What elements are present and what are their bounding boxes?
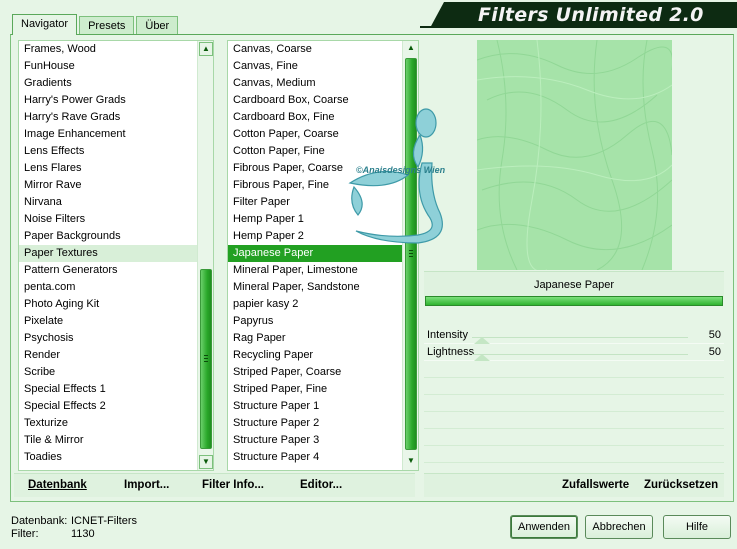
category-items: Frames, Wood FunHouse Gradients Harry's Pow…: [19, 41, 197, 466]
category-list-item[interactable]: Harry's Power Grads: [19, 92, 197, 109]
category-scrollbar[interactable]: ▲ ▼: [197, 41, 213, 470]
category-list-item[interactable]: Psychosis: [19, 330, 197, 347]
category-list-item[interactable]: Nirvana: [19, 194, 197, 211]
category-scroll-up-button[interactable]: ▲: [199, 42, 213, 56]
slider-empty: [424, 412, 724, 429]
filter-list-item[interactable]: Canvas, Medium: [228, 75, 402, 92]
datenbank-link[interactable]: Datenbank: [28, 479, 87, 491]
database-value: ICNET-Filters: [71, 515, 137, 527]
filter-list-item[interactable]: Mineral Paper, Limestone: [228, 262, 402, 279]
slider-track[interactable]: [472, 337, 688, 338]
filters-unlimited-dialog: Filters Unlimited 2.0 Navigator Presets …: [0, 0, 737, 549]
filter-list-item[interactable]: Canvas, Fine: [228, 58, 402, 75]
tab-bar: Navigator Presets Über: [12, 14, 180, 35]
slider-empty: [424, 446, 724, 463]
category-list-item[interactable]: Frames, Wood: [19, 41, 197, 58]
filter-info-link[interactable]: Filter Info...: [202, 479, 264, 491]
slider-handle-icon[interactable]: [474, 354, 490, 361]
slider-empty: [424, 361, 724, 378]
filter-list-item[interactable]: Papyrus: [228, 313, 402, 330]
category-list-item[interactable]: Pixelate: [19, 313, 197, 330]
category-scroll-down-button[interactable]: ▼: [199, 455, 213, 469]
preset-link-bar: Zufallswerte Zurücksetzen: [424, 473, 724, 497]
status-area: Datenbank: ICNET-Filters Filter: 1130: [11, 515, 137, 541]
filter-progress-bar: [425, 296, 723, 306]
filter-list-item[interactable]: Structure Paper 2: [228, 415, 402, 432]
scroll-grip-icon: [204, 355, 208, 362]
category-list-item[interactable]: Scribe: [19, 364, 197, 381]
slider-label: Lightness: [427, 346, 475, 358]
category-list-item[interactable]: Render: [19, 347, 197, 364]
parameter-sliders: Intensity 50 Lightness 50: [424, 327, 724, 471]
reset-link[interactable]: Zurücksetzen: [644, 479, 718, 491]
filter-list-item[interactable]: Recycling Paper: [228, 347, 402, 364]
category-list-item[interactable]: FunHouse: [19, 58, 197, 75]
database-link-bar: Datenbank Import... Filter Info... Edito…: [14, 473, 415, 497]
category-list[interactable]: Frames, Wood FunHouse Gradients Harry's Pow…: [18, 40, 214, 471]
category-list-item[interactable]: Image Enhancement: [19, 126, 197, 143]
title-banner-line: [420, 26, 737, 28]
paper-texture-image: [477, 40, 672, 270]
tab-navigator[interactable]: Navigator: [12, 14, 78, 35]
filter-list-item[interactable]: Structure Paper 3: [228, 432, 402, 449]
filter-list-item[interactable]: papier kasy 2: [228, 296, 402, 313]
filter-scroll-down-button[interactable]: ▼: [404, 455, 418, 469]
editor-link[interactable]: Editor...: [300, 479, 342, 491]
category-list-item[interactable]: Gradients: [19, 75, 197, 92]
cancel-button[interactable]: Abbrechen: [585, 515, 653, 539]
help-button[interactable]: Hilfe: [663, 515, 731, 539]
scroll-grip-icon: [409, 250, 413, 257]
filter-list-item[interactable]: Rag Paper: [228, 330, 402, 347]
import-link[interactable]: Import...: [124, 479, 169, 491]
selected-filter-name: Japanese Paper: [424, 271, 724, 297]
slider-handle-icon[interactable]: [474, 337, 490, 344]
filter-preview: [477, 40, 672, 270]
slider-label: Intensity: [427, 329, 468, 341]
watermark-text: ©Anaisdesigns Wien: [356, 165, 446, 175]
database-label: Datenbank:: [11, 515, 68, 527]
slider-empty: [424, 395, 724, 412]
watermark-graphic: ©Anaisdesigns Wien: [348, 103, 458, 248]
category-list-item[interactable]: penta.com: [19, 279, 197, 296]
category-list-item[interactable]: Noise Filters: [19, 211, 197, 228]
randomize-link[interactable]: Zufallswerte: [562, 479, 629, 491]
flower-watermark-icon: [348, 108, 443, 244]
slider-intensity[interactable]: Intensity 50: [424, 327, 724, 344]
category-list-item[interactable]: Pattern Generators: [19, 262, 197, 279]
category-list-item[interactable]: Mirror Rave: [19, 177, 197, 194]
filter-list-item[interactable]: Canvas, Coarse: [228, 41, 402, 58]
category-list-item[interactable]: Toadies: [19, 449, 197, 466]
filter-list-item[interactable]: Striped Paper, Coarse: [228, 364, 402, 381]
filter-count-value: 1130: [71, 528, 95, 540]
app-title: Filters Unlimited 2.0: [478, 4, 704, 26]
filter-scroll-up-button[interactable]: ▲: [404, 42, 418, 56]
slider-lightness[interactable]: Lightness 50: [424, 344, 724, 361]
filter-list-item[interactable]: Mineral Paper, Sandstone: [228, 279, 402, 296]
category-list-item[interactable]: Special Effects 2: [19, 398, 197, 415]
category-list-item[interactable]: Tile & Mirror: [19, 432, 197, 449]
category-list-item[interactable]: Lens Effects: [19, 143, 197, 160]
slider-track[interactable]: [472, 354, 688, 355]
slider-empty: [424, 429, 724, 446]
slider-empty: [424, 378, 724, 395]
category-list-item[interactable]: Special Effects 1: [19, 381, 197, 398]
category-list-item[interactable]: Lens Flares: [19, 160, 197, 177]
filter-list-item[interactable]: Striped Paper, Fine: [228, 381, 402, 398]
category-list-item[interactable]: Texturize: [19, 415, 197, 432]
category-list-item[interactable]: Paper Backgrounds: [19, 228, 197, 245]
filter-list-item[interactable]: Structure Paper 1: [228, 398, 402, 415]
category-list-item[interactable]: Harry's Rave Grads: [19, 109, 197, 126]
filter-list-item[interactable]: Structure Paper 4: [228, 449, 402, 466]
slider-value: 50: [708, 346, 721, 358]
tab-ueber[interactable]: Über: [136, 16, 179, 35]
category-list-item[interactable]: Photo Aging Kit: [19, 296, 197, 313]
slider-value: 50: [708, 329, 721, 341]
apply-button[interactable]: Anwenden: [510, 515, 578, 539]
tab-presets[interactable]: Presets: [79, 16, 135, 35]
category-scroll-thumb[interactable]: [200, 269, 212, 449]
filter-count-label: Filter:: [11, 528, 39, 540]
category-list-item[interactable]: Paper Textures: [19, 245, 197, 262]
